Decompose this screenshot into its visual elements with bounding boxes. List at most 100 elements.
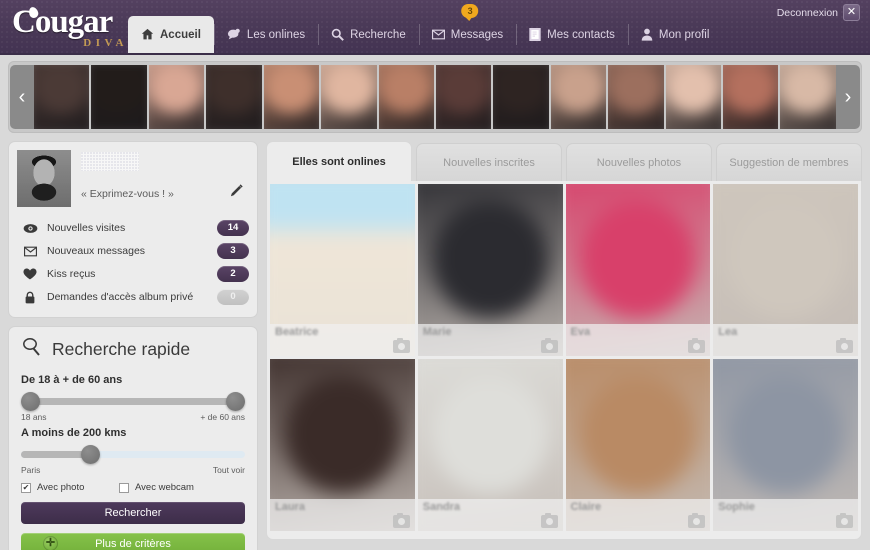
carousel-thumb[interactable] xyxy=(34,65,90,129)
member-card[interactable]: Sophie xyxy=(713,359,858,531)
checkbox-with-webcam-box[interactable] xyxy=(119,482,129,493)
envelope-icon xyxy=(17,246,43,257)
site-logo[interactable]: Cougar DIVA xyxy=(10,6,130,50)
more-criteria-label: Plus de critères xyxy=(95,538,171,550)
distance-slider[interactable] xyxy=(21,443,245,465)
checkbox-with-webcam[interactable]: Avec webcam xyxy=(119,482,194,493)
tab-label: Nouvelles photos xyxy=(596,156,682,169)
eye-icon xyxy=(17,223,43,234)
quick-search-header: Recherche rapide xyxy=(9,327,257,367)
camera-icon xyxy=(688,513,706,528)
stat-row[interactable]: Demandes d'accès album privé 0 xyxy=(17,287,249,307)
nav-item-label: Recherche xyxy=(350,28,406,41)
logout-area[interactable]: Deconnexion ✕ xyxy=(777,4,860,21)
carousel-thumb[interactable] xyxy=(493,65,549,129)
home-icon xyxy=(141,28,154,41)
member-card[interactable]: Eva xyxy=(565,184,711,356)
member-name: Claire xyxy=(570,501,602,513)
member-card[interactable]: Laura xyxy=(270,359,415,531)
member-card[interactable]: Beatrice xyxy=(270,184,415,356)
member-card[interactable]: Marie xyxy=(417,184,563,356)
page-body: « Exprimez-vous ! » Nouvelles visites 14 N… xyxy=(0,133,870,550)
search-button[interactable]: Rechercher xyxy=(21,502,245,524)
carousel-thumb[interactable] xyxy=(321,65,377,129)
age-slider-max-handle[interactable] xyxy=(226,392,245,411)
tab-suggestion-de-membres[interactable]: Suggestion de membres xyxy=(716,143,862,181)
member-name: Sophie xyxy=(718,501,755,513)
stat-row[interactable]: Nouvelles visites 14 xyxy=(17,218,249,238)
sidebar: « Exprimez-vous ! » Nouvelles visites 14 N… xyxy=(8,141,258,550)
nav-item-label: Mon profil xyxy=(658,28,710,41)
chevron-left-icon[interactable]: ‹ xyxy=(10,65,34,129)
carousel-thumb[interactable] xyxy=(378,65,434,129)
tab-label: Elles sont onlines xyxy=(292,155,386,168)
message-count-badge: 3 xyxy=(461,4,479,21)
pencil-icon[interactable] xyxy=(227,182,245,200)
distance-min-tick: Paris xyxy=(21,465,41,475)
nav-item-les-onlines[interactable]: Les onlines xyxy=(213,16,318,53)
nav-item-mes-contacts[interactable]: Mes contacts xyxy=(516,16,628,53)
carousel-thumb[interactable] xyxy=(780,65,836,129)
stat-label: Demandes d'accès album privé xyxy=(47,291,194,303)
member-card-footer: Eva xyxy=(565,324,711,356)
checkbox-with-photo-box[interactable]: ✔ xyxy=(21,482,31,493)
logo-subtitle: DIVA xyxy=(83,37,128,49)
tab-nouvelles-inscrites[interactable]: Nouvelles inscrites xyxy=(416,143,562,181)
age-slider-min-handle[interactable] xyxy=(21,392,40,411)
member-meta xyxy=(275,338,318,348)
main-content: Elles sont onlines Nouvelles inscrites Nou… xyxy=(266,141,862,540)
logout-label: Deconnexion xyxy=(776,6,838,19)
checkbox-with-webcam-label: Avec webcam xyxy=(135,482,194,493)
member-card-footer: Lea xyxy=(713,324,858,356)
stat-row[interactable]: Kiss reçus 2 xyxy=(17,264,249,284)
nav-item-recherche[interactable]: Recherche xyxy=(318,16,419,53)
member-name: Beatrice xyxy=(275,326,319,338)
more-criteria-button[interactable]: ✛ Plus de critères xyxy=(21,533,245,550)
carousel-thumb[interactable] xyxy=(723,65,779,129)
checkbox-with-photo[interactable]: ✔ Avec photo xyxy=(21,482,119,493)
camera-icon xyxy=(836,513,853,528)
member-card-footer: Marie xyxy=(417,324,563,356)
nav-item-messages[interactable]: 3 Messages xyxy=(418,4,516,53)
member-card-footer: Laura xyxy=(270,499,415,531)
tab-nouvelles-photos[interactable]: Nouvelles photos xyxy=(566,143,712,181)
member-meta xyxy=(275,513,305,523)
carousel-thumb[interactable] xyxy=(665,65,722,129)
member-card[interactable]: Lea xyxy=(713,184,858,356)
carousel-thumb[interactable] xyxy=(206,65,262,129)
avatar[interactable] xyxy=(17,150,71,207)
member-card[interactable]: Claire xyxy=(565,359,711,531)
camera-icon xyxy=(688,338,706,353)
user-icon xyxy=(641,28,653,41)
distance-slider-handle[interactable] xyxy=(81,445,101,464)
heart-icon xyxy=(17,268,43,280)
chevron-right-icon[interactable]: › xyxy=(836,65,860,129)
stat-count-badge: 3 xyxy=(217,243,249,259)
lock-icon xyxy=(17,291,43,304)
member-meta xyxy=(718,338,737,348)
age-slider-track[interactable] xyxy=(21,398,245,405)
member-card[interactable]: Sandra xyxy=(417,359,563,531)
carousel-thumb[interactable] xyxy=(263,65,320,129)
stat-row[interactable]: Nouveaux messages 3 xyxy=(17,241,249,261)
close-icon[interactable]: ✕ xyxy=(843,4,860,21)
member-meta xyxy=(423,513,460,523)
carousel-thumb[interactable] xyxy=(91,65,147,129)
nav-item-label: Mes contacts xyxy=(547,28,615,41)
carousel-thumb[interactable] xyxy=(435,65,492,129)
age-range-slider[interactable] xyxy=(21,390,245,412)
member-meta xyxy=(571,338,591,348)
carousel-thumb[interactable] xyxy=(550,65,607,129)
nav-item-accueil[interactable]: Accueil xyxy=(128,16,214,53)
quick-search-checkboxes: ✔ Avec photo Avec webcam xyxy=(21,482,245,493)
age-max-tick: + de 60 ans xyxy=(200,412,245,422)
tab-elles-sont-onlines[interactable]: Elles sont onlines xyxy=(266,141,412,181)
tab-label: Suggestion de membres xyxy=(729,156,849,169)
profile-stats-list: Nouvelles visites 14 Nouveaux messages 3 Kis… xyxy=(9,211,257,317)
carousel-thumb[interactable] xyxy=(148,65,205,129)
carousel-thumb[interactable] xyxy=(608,65,664,129)
member-meta xyxy=(571,513,602,523)
plus-circle-icon: ✛ xyxy=(43,536,58,550)
profile-header: « Exprimez-vous ! » xyxy=(9,142,257,211)
nav-item-mon-profil[interactable]: Mon profil xyxy=(627,16,723,53)
